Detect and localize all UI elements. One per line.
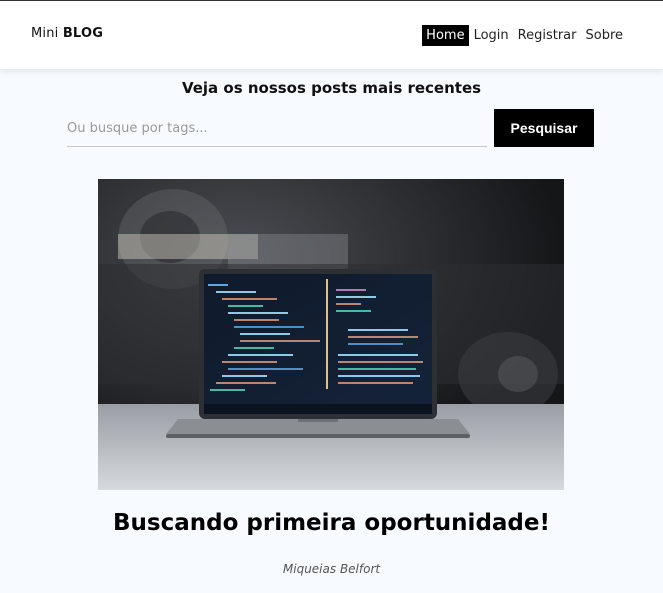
brand-logo[interactable]: Mini BLOG bbox=[31, 26, 103, 41]
laptop-code-photo bbox=[98, 179, 564, 490]
post-cover-image[interactable] bbox=[98, 179, 564, 490]
brand-bold: BLOG bbox=[62, 26, 104, 41]
post-author: Miqueias Belfort bbox=[282, 562, 381, 576]
nav-link-registrar[interactable]: Registrar bbox=[514, 25, 581, 46]
search-button[interactable]: Pesquisar bbox=[494, 109, 594, 147]
nav-links: Home Login Registrar Sobre bbox=[421, 25, 627, 46]
nav-link-sobre[interactable]: Sobre bbox=[581, 25, 627, 46]
page-heading: Veja os nossos posts mais recentes bbox=[181, 79, 482, 97]
tag-search-input[interactable] bbox=[67, 111, 487, 147]
nav-link-home[interactable]: Home bbox=[422, 25, 469, 46]
navbar: Mini BLOG Home Login Registrar Sobre bbox=[0, 1, 663, 69]
brand-prefix: Mini bbox=[31, 26, 59, 41]
post-title[interactable]: Buscando primeira oportunidade! bbox=[0, 510, 663, 536]
nav-link-login[interactable]: Login bbox=[470, 25, 513, 46]
